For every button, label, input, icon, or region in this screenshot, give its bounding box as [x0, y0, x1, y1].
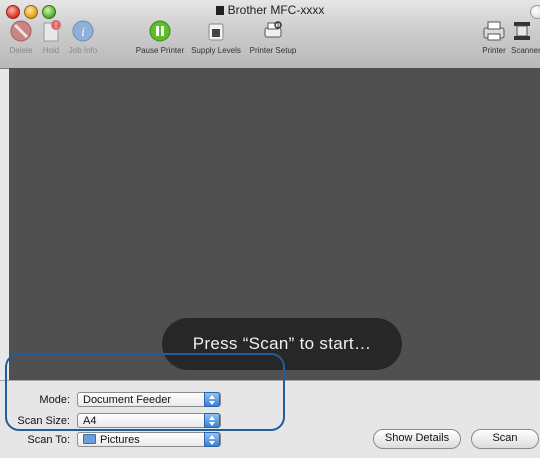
popup-arrows-icon	[204, 392, 220, 407]
delete-icon	[10, 20, 32, 42]
mode-label: Mode:	[39, 394, 70, 406]
hold-icon: !	[43, 20, 61, 42]
scan-to-row: Scan To: Pictures	[0, 432, 300, 450]
toolbar-job-info[interactable]: i Job Info	[64, 20, 102, 55]
scan-to-value: Pictures	[100, 434, 140, 446]
title-toolbar: Brother MFC-xxxx Delete ! Hold i Job Inf…	[0, 0, 540, 69]
toolbar-hold-label: Hold	[42, 46, 60, 55]
scan-size-popup[interactable]: A4	[77, 413, 221, 428]
popup-arrows-icon	[204, 432, 220, 447]
printer-setup-icon	[264, 21, 282, 38]
scan-controls-panel: Mode: Document Feeder Scan Size: A4 Scan…	[0, 380, 540, 458]
pause-icon	[149, 20, 171, 42]
svg-text:i: i	[81, 24, 85, 39]
toolbar-printer-setup[interactable]: Printer Setup	[246, 20, 300, 55]
toolbar-pause-printer[interactable]: Pause Printer	[134, 20, 186, 55]
toolbar-printer-label: Printer	[482, 46, 506, 55]
window-title-text: Brother MFC-xxxx	[227, 3, 325, 17]
scan-to-popup[interactable]: Pictures	[77, 432, 221, 447]
toolbar-scanner-label: Scanner	[511, 46, 540, 55]
popup-arrows-icon	[204, 413, 220, 428]
svg-text:!: !	[55, 21, 57, 30]
mode-popup[interactable]: Document Feeder	[77, 392, 221, 407]
folder-icon	[83, 434, 96, 444]
supply-levels-icon	[208, 23, 224, 41]
printer-icon	[483, 21, 505, 41]
scan-to-label: Scan To:	[27, 434, 70, 446]
toolbar-supply-levels-label: Supply Levels	[191, 46, 241, 55]
mode-row: Mode: Document Feeder	[0, 392, 300, 410]
toolbar-supply-levels[interactable]: Supply Levels	[189, 20, 243, 55]
show-details-button[interactable]: Show Details	[373, 429, 461, 449]
scan-size-row: Scan Size: A4	[0, 413, 300, 431]
window-title: Brother MFC-xxxx	[0, 3, 540, 17]
document-icon	[215, 6, 224, 15]
scan-size-label: Scan Size:	[17, 415, 70, 427]
scan-size-value: A4	[83, 415, 97, 427]
scan-prompt: Press “Scan” to start…	[162, 318, 402, 370]
scanner-window: Brother MFC-xxxx Delete ! Hold i Job Inf…	[0, 0, 540, 458]
toolbar-pause-printer-label: Pause Printer	[135, 46, 185, 55]
mode-value: Document Feeder	[83, 394, 172, 406]
toolbar-job-info-label: Job Info	[68, 46, 98, 55]
toolbar-printer-setup-label: Printer Setup	[249, 46, 297, 55]
scan-button[interactable]: Scan	[471, 429, 539, 449]
scanner-icon	[514, 22, 530, 40]
job-info-icon: i	[72, 20, 94, 42]
toolbar-delete-label: Delete	[9, 46, 33, 55]
toolbar-scanner[interactable]: Scanner	[511, 20, 540, 55]
toolbar-delete[interactable]: Delete	[6, 20, 36, 55]
toolbar-hold[interactable]: ! Hold	[38, 20, 64, 55]
toolbar-printer[interactable]: Printer	[478, 20, 510, 55]
